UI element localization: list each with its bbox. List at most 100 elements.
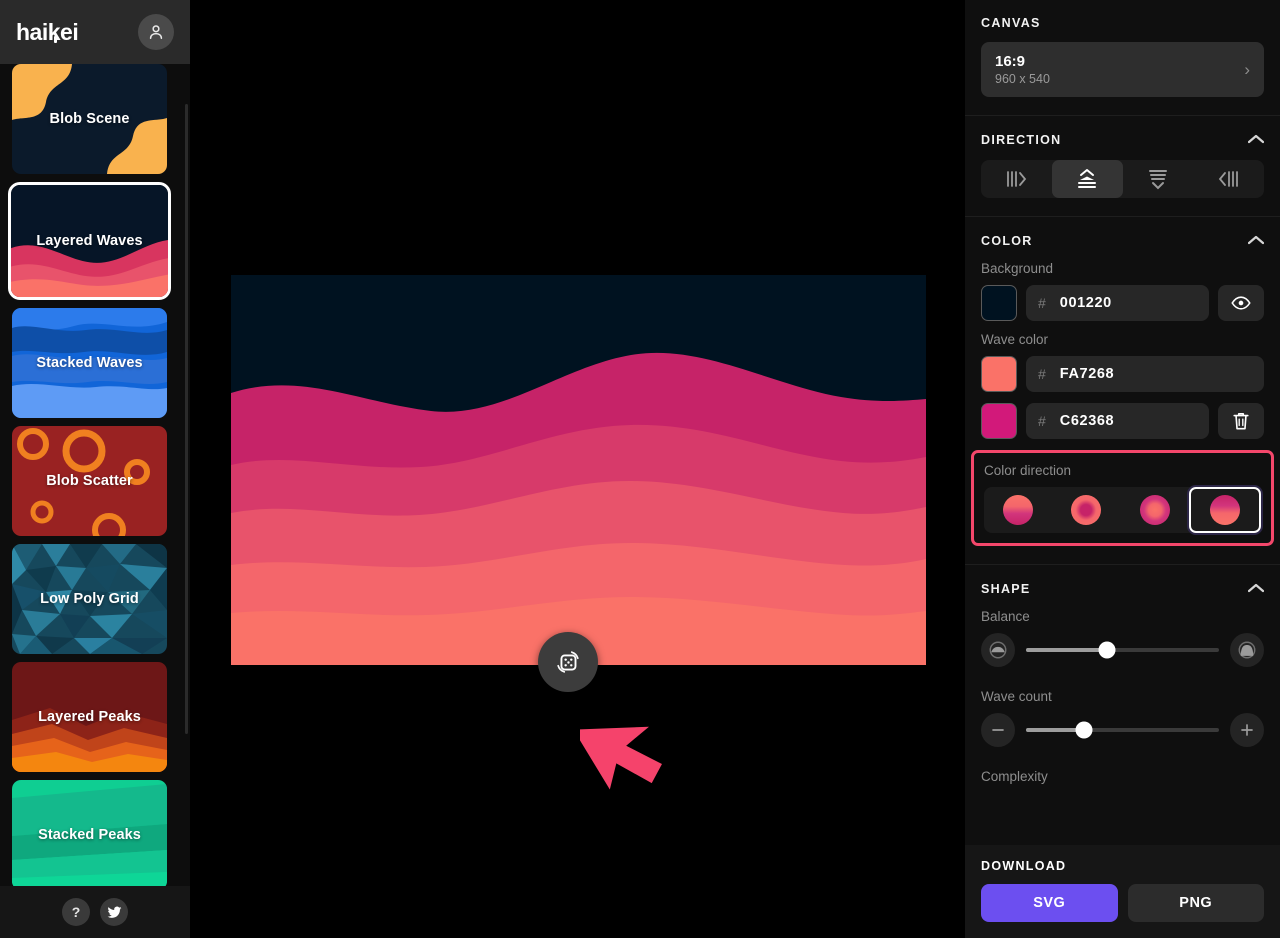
minus-icon <box>992 729 1004 731</box>
direction-up-button[interactable] <box>1051 160 1123 198</box>
preset-list[interactable]: Blob Scene Layered Waves Stacked Waves B… <box>0 64 190 886</box>
wave-color-label: Wave color <box>981 332 1049 347</box>
download-png-button[interactable]: PNG <box>1127 884 1264 922</box>
wave-color-row-2: # C62368 <box>981 403 1264 439</box>
shape-section-title: SHAPE <box>981 582 1031 596</box>
canvas-section-title: CANVAS <box>981 16 1041 30</box>
download-buttons: SVG PNG <box>981 884 1264 922</box>
logo-dot <box>54 35 57 43</box>
sidebar-item-stacked-waves[interactable]: Stacked Waves <box>12 308 167 418</box>
balance-low-button[interactable] <box>981 633 1015 667</box>
color-direction-highlight: Color direction <box>971 450 1274 546</box>
background-color-swatch[interactable] <box>981 285 1017 321</box>
help-label: ? <box>71 904 81 920</box>
canvas-dimensions: 960 x 540 <box>995 72 1050 86</box>
color-section-header[interactable]: COLOR <box>981 233 1265 249</box>
section-color: COLOR Background # 001220 Wave color # F… <box>965 217 1280 565</box>
balance-high-icon <box>1238 641 1256 659</box>
wave-color-swatch-2[interactable] <box>981 403 1017 439</box>
sidebar-item-label: Layered Waves <box>36 233 143 249</box>
gradient-linear-down-icon <box>1003 495 1034 525</box>
sidebar-item-blob-scene[interactable]: Blob Scene <box>12 64 167 174</box>
gradient-linear-down-button[interactable] <box>984 487 1052 533</box>
canvas-ratio-text: 16:9 960 x 540 <box>995 53 1050 86</box>
canvas-stage <box>190 0 965 938</box>
sidebar-header: haikei <box>0 0 190 64</box>
sidebar-item-label: Blob Scene <box>49 111 130 127</box>
wave-count-slider-knob[interactable] <box>1075 721 1093 739</box>
balance-low-icon <box>989 641 1007 659</box>
twitter-button[interactable] <box>100 898 128 926</box>
dice-shuffle-icon <box>557 651 579 673</box>
wave-count-slider-track[interactable] <box>1026 721 1219 739</box>
direction-right-icon <box>1007 171 1027 187</box>
direction-options <box>981 160 1264 198</box>
gradient-radial-in-icon <box>1071 495 1102 525</box>
balance-high-button[interactable] <box>1230 633 1264 667</box>
canvas-section-header: CANVAS <box>981 16 1264 30</box>
plus-icon <box>1241 724 1253 736</box>
background-hex-input[interactable]: # 001220 <box>1026 285 1209 321</box>
wave-hex-input-1[interactable]: # FA7268 <box>1026 356 1264 392</box>
section-direction: DIRECTION <box>965 116 1280 217</box>
wave-canvas-art <box>231 275 926 665</box>
color-direction-label: Color direction <box>984 463 1072 478</box>
background-label: Background <box>981 261 1054 276</box>
wave-hex-input-2[interactable]: # C62368 <box>1026 403 1209 439</box>
download-svg-button[interactable]: SVG <box>981 884 1118 922</box>
delete-wave-color-button[interactable] <box>1218 403 1264 439</box>
balance-slider-track[interactable] <box>1026 641 1219 659</box>
help-button[interactable]: ? <box>62 898 90 926</box>
chevron-up-icon[interactable] <box>1247 132 1265 148</box>
randomize-button[interactable] <box>538 632 598 692</box>
gradient-linear-up-button[interactable] <box>1188 487 1261 533</box>
wave-count-plus-button[interactable] <box>1230 713 1264 747</box>
direction-down-button[interactable] <box>1123 160 1194 198</box>
download-section: DOWNLOAD SVG PNG <box>965 845 1280 938</box>
canvas-ratio-selector[interactable]: 16:9 960 x 540 › <box>981 42 1264 97</box>
wave-count-minus-button[interactable] <box>981 713 1015 747</box>
direction-left-icon <box>1218 171 1238 187</box>
wave-canvas-preview[interactable] <box>231 275 926 665</box>
sidebar-scrollbar[interactable] <box>185 104 188 734</box>
chevron-right-icon: › <box>1244 59 1250 79</box>
balance-slider-knob[interactable] <box>1098 641 1116 659</box>
sidebar-item-label: Layered Peaks <box>38 709 141 725</box>
direction-section-title: DIRECTION <box>981 133 1062 147</box>
wave-color-swatch-1[interactable] <box>981 356 1017 392</box>
background-visibility-button[interactable] <box>1218 285 1264 321</box>
sidebar-item-layered-waves[interactable]: Layered Waves <box>8 182 171 300</box>
chevron-up-icon[interactable] <box>1247 233 1265 249</box>
direction-section-header[interactable]: DIRECTION <box>981 132 1265 148</box>
color-direction-options <box>984 487 1261 533</box>
hash-symbol: # <box>1038 366 1046 382</box>
download-section-title: DOWNLOAD <box>981 859 1067 873</box>
direction-left-button[interactable] <box>1193 160 1264 198</box>
gradient-radial-in-button[interactable] <box>1052 487 1120 533</box>
sidebar-item-blob-scatter[interactable]: Blob Scatter <box>12 426 167 536</box>
sidebar-item-label: Stacked Peaks <box>38 827 141 843</box>
sidebar-item-layered-peaks[interactable]: Layered Peaks <box>12 662 167 772</box>
sidebar-item-label: Low Poly Grid <box>40 591 139 607</box>
user-avatar-icon <box>149 25 163 39</box>
canvas-ratio-value: 16:9 <box>995 53 1026 70</box>
user-avatar-button[interactable] <box>138 14 174 50</box>
complexity-label: Complexity <box>981 769 1048 784</box>
sidebar-footer: ? <box>0 886 190 938</box>
app-logo[interactable]: haikei <box>16 18 79 46</box>
wave-count-slider-row <box>981 713 1264 747</box>
hash-symbol: # <box>1038 295 1046 311</box>
balance-label: Balance <box>981 609 1030 624</box>
left-sidebar: haikei Blob Scene Layered Waves Stacked … <box>0 0 190 938</box>
background-color-row: # 001220 <box>981 285 1264 321</box>
sidebar-item-stacked-peaks[interactable]: Stacked Peaks <box>12 780 167 886</box>
settings-panel: CANVAS 16:9 960 x 540 › DIRECTION COLOR … <box>965 0 1280 938</box>
eye-icon <box>1231 296 1251 310</box>
chevron-up-icon[interactable] <box>1247 581 1265 597</box>
sidebar-item-label: Blob Scatter <box>46 473 133 489</box>
shape-section-header[interactable]: SHAPE <box>981 581 1265 597</box>
gradient-radial-out-button[interactable] <box>1121 487 1189 533</box>
sidebar-item-low-poly-grid[interactable]: Low Poly Grid <box>12 544 167 654</box>
direction-right-button[interactable] <box>981 160 1052 198</box>
app-logo-text: haikei <box>16 18 79 45</box>
